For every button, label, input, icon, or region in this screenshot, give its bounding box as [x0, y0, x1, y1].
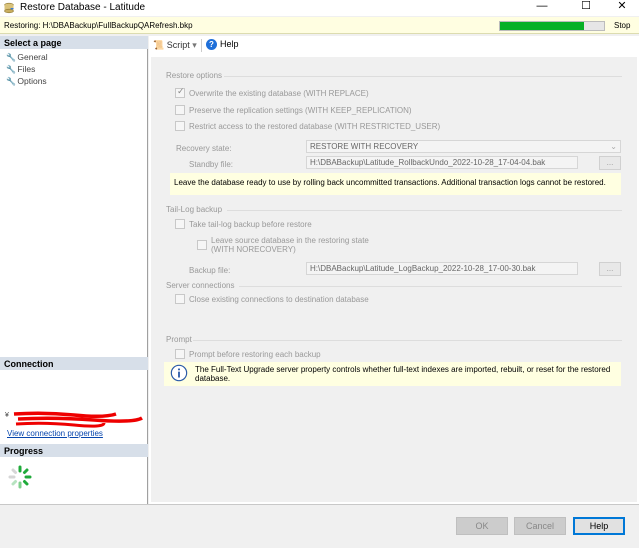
restrict-access-checkbox[interactable] [175, 121, 185, 131]
dialog-button-bar: OK Cancel Help [0, 504, 639, 548]
script-button[interactable]: 📜 Script ▾ [153, 40, 197, 51]
prompt-before-restore-label: Prompt before restoring each backup [189, 350, 321, 359]
close-connections-checkbox[interactable] [175, 294, 185, 304]
take-tail-log-label: Take tail-log backup before restore [189, 220, 312, 229]
recovery-state-select[interactable]: RESTORE WITH RECOVERY ⌄ [306, 140, 621, 153]
svg-text:¥: ¥ [5, 412, 9, 419]
page-general[interactable]: 🔧 General [6, 52, 48, 62]
restore-options-group-label: Restore options [166, 71, 223, 80]
page-options[interactable]: 🔧 Options [6, 76, 47, 86]
server-connections-group-label: Server connections [166, 281, 235, 290]
right-panel: 📜 Script ▾ ?Help Restore options Overwri… [149, 36, 639, 504]
overwrite-label: Overwrite the existing database (WITH RE… [189, 89, 369, 98]
page-general-label: General [17, 52, 48, 62]
prompt-before-restore-checkbox[interactable] [175, 349, 185, 359]
wrench-icon: 🔧 [6, 53, 16, 62]
fulltext-info-text-2: database. [195, 374, 231, 383]
prompt-group-label: Prompt [166, 335, 192, 344]
wrench-icon: 🔧 [6, 65, 16, 74]
info-icon [170, 364, 188, 382]
options-content: Restore options Overwrite the existing d… [151, 57, 637, 502]
ok-button[interactable]: OK [456, 517, 508, 535]
overwrite-checkbox[interactable] [175, 86, 185, 98]
maximize-button[interactable]: ☐ [572, 0, 600, 14]
standby-file-label: Standby file: [189, 160, 234, 169]
script-icon: 📜 [153, 40, 165, 50]
backup-file-label: Backup file: [189, 266, 231, 275]
preserve-replication-checkbox[interactable] [175, 105, 185, 115]
wrench-icon: 🔧 [6, 77, 16, 86]
chevron-down-icon[interactable]: ▾ [192, 40, 197, 50]
recovery-info-text: Leave the database ready to use by rolli… [174, 178, 606, 187]
connection-redacted-server: ¥ [5, 411, 143, 428]
toolbar-separator [201, 39, 202, 52]
stop-button[interactable]: Stop [614, 21, 630, 30]
page-options-label: Options [17, 76, 47, 86]
server-connections-divider [239, 286, 622, 287]
restore-progress-fill [500, 22, 585, 30]
take-tail-log-checkbox[interactable] [175, 219, 185, 229]
left-panel: Select a page 🔧 General 🔧 Files 🔧 Option… [0, 36, 148, 504]
restore-options-divider [224, 76, 622, 77]
script-label: Script [166, 40, 190, 50]
fulltext-info-text-1: The Full-Text Upgrade server property co… [195, 365, 611, 374]
help-icon: ? [206, 39, 217, 50]
chevron-down-icon: ⌄ [610, 142, 617, 151]
page-files[interactable]: 🔧 Files [6, 64, 35, 74]
leave-source-label-1: Leave source database in the restoring s… [211, 236, 369, 245]
tail-log-divider [227, 210, 622, 211]
toolbar: 📜 Script ▾ ? Help [149, 36, 639, 55]
progress-spinner-icon [8, 465, 32, 489]
page-files-label: Files [17, 64, 36, 74]
fulltext-info-box: The Full-Text Upgrade server property co… [164, 362, 621, 386]
view-connection-properties-link[interactable]: View connection properties [7, 429, 103, 438]
restoring-status-text: Restoring: H:\DBABackup\FullBackupQARefr… [4, 21, 193, 30]
database-restore-icon [4, 2, 14, 14]
connection-header: Connection [0, 357, 148, 370]
restore-status-strip: Restoring: H:\DBABackup\FullBackupQARefr… [0, 17, 639, 34]
prompt-divider [193, 340, 622, 341]
help-toolbar-label: Help [220, 39, 239, 49]
select-page-header: Select a page [0, 36, 148, 49]
standby-file-field[interactable]: H:\DBABackup\Latitude_RollbackUndo_2022-… [306, 156, 578, 169]
title-bar: Restore Database - Latitude — ☐ ✕ [0, 0, 639, 16]
close-connections-label: Close existing connections to destinatio… [189, 295, 369, 304]
cancel-button[interactable]: Cancel [514, 517, 566, 535]
restrict-access-label: Restrict access to the restored database… [189, 122, 441, 131]
tail-log-group-label: Tail-Log backup [166, 205, 223, 214]
restore-progress-bar [499, 21, 605, 31]
progress-header: Progress [0, 444, 148, 457]
help-toolbar-button[interactable]: ? Help [206, 39, 239, 50]
recovery-state-label: Recovery state: [176, 144, 232, 153]
recovery-info-box: Leave the database ready to use by rolli… [170, 173, 621, 195]
leave-source-checkbox[interactable] [197, 240, 207, 250]
leave-source-label-2: (WITH NORECOVERY) [211, 245, 296, 254]
backup-file-field[interactable]: H:\DBABackup\Latitude_LogBackup_2022-10-… [306, 262, 578, 275]
recovery-state-value: RESTORE WITH RECOVERY [310, 142, 419, 151]
backup-file-browse-button[interactable]: ... [599, 262, 621, 276]
minimize-button[interactable]: — [528, 0, 556, 14]
window-title: Restore Database - Latitude [20, 2, 146, 13]
preserve-replication-label: Preserve the replication settings (WITH … [189, 106, 412, 115]
standby-browse-button[interactable]: ... [599, 156, 621, 170]
close-button[interactable]: ✕ [608, 0, 636, 14]
help-button[interactable]: Help [573, 517, 625, 535]
